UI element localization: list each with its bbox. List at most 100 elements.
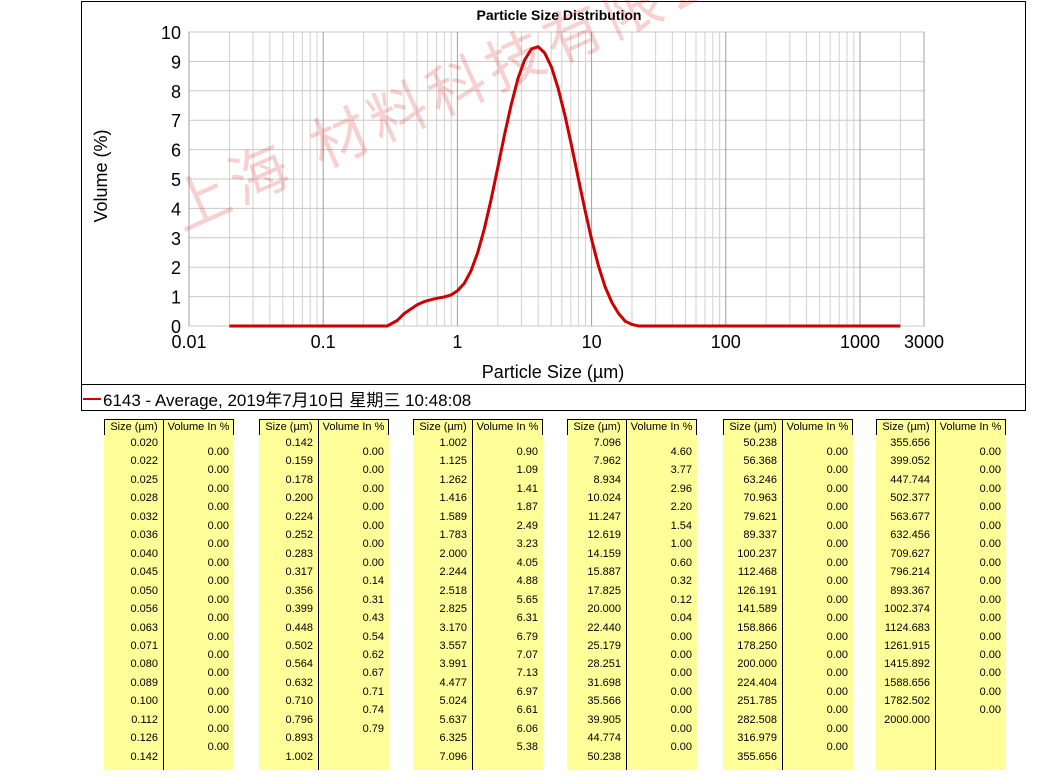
- size-cell: 1415.892: [884, 658, 930, 671]
- volume-cell: 5.65: [516, 593, 538, 606]
- volume-cell: 0.00: [207, 538, 229, 551]
- volume-cell: 0.12: [670, 593, 692, 606]
- volume-cell: 0.00: [670, 648, 692, 661]
- size-cell: 0.045: [130, 566, 158, 579]
- chart-title: Particle Size Distribution: [477, 7, 642, 23]
- size-cell: 0.071: [130, 639, 158, 652]
- x-tick-label: 100: [711, 332, 741, 352]
- volume-cell: 0.00: [979, 501, 1001, 514]
- volume-cell: 0.00: [979, 482, 1001, 495]
- size-cell: 126.191: [737, 584, 777, 597]
- size-cell: 7.962: [593, 455, 621, 468]
- volume-cell: 0.00: [826, 593, 848, 606]
- size-cell: 10.024: [587, 492, 621, 505]
- x-tick-label: 0.01: [171, 332, 206, 352]
- volume-cell: 0.00: [826, 482, 848, 495]
- volume-cell: 0.62: [362, 648, 384, 661]
- y-tick-label: 10: [161, 23, 181, 43]
- size-cell: 1.002: [439, 437, 467, 449]
- volume-cell: 0.00: [207, 519, 229, 532]
- table-header-size: Size (µm): [876, 419, 936, 436]
- volume-cell: 0.00: [670, 704, 692, 717]
- size-cell: 70.963: [743, 492, 777, 505]
- size-cell: 178.250: [737, 639, 777, 652]
- size-cell: 12.619: [587, 529, 621, 542]
- size-cell: 0.159: [285, 455, 313, 468]
- volume-cell: 0.00: [979, 612, 1001, 625]
- chart-frame: 0 1 2 3 4 5 6 7 8 9 10 0.01 0.1 1 10 100 1000 3000 Particl…: [81, 1, 1026, 411]
- size-cell: 1.002: [285, 750, 313, 763]
- x-tick-label: 1000: [840, 332, 880, 352]
- size-cell: 1588.656: [884, 676, 930, 689]
- size-cell: 0.056: [130, 603, 158, 616]
- volume-cell: 1.54: [670, 519, 692, 532]
- size-cell: 4.477: [439, 676, 467, 689]
- volume-cell: 0.00: [979, 519, 1001, 532]
- volume-cell: 0.00: [826, 722, 848, 735]
- size-cell: 2.518: [439, 584, 467, 597]
- size-cell: 6.325: [439, 732, 467, 745]
- size-cell: 282.508: [737, 713, 777, 726]
- volume-cell: 6.06: [516, 722, 538, 735]
- size-cell: 1.125: [439, 455, 467, 468]
- size-cell: 796.214: [890, 566, 930, 579]
- volume-cell: 0.00: [207, 482, 229, 495]
- volume-cell: 0.00: [826, 501, 848, 514]
- y-tick-label: 5: [171, 170, 181, 190]
- y-tick-label: 3: [171, 229, 181, 249]
- volume-cell: 2.96: [670, 482, 692, 495]
- volume-cell: 0.74: [362, 704, 384, 717]
- table-header-size: Size (µm): [259, 419, 319, 436]
- y-tick-label: 1: [171, 288, 181, 308]
- volume-cell: 0.00: [826, 685, 848, 698]
- volume-cell: 0.00: [979, 648, 1001, 661]
- volume-cell: 5.38: [516, 741, 538, 754]
- volume-cell: 0.71: [362, 685, 384, 698]
- size-cell: 0.050: [130, 584, 158, 597]
- volume-cell: 0.00: [362, 519, 384, 532]
- table-header-size: Size (µm): [723, 419, 783, 436]
- size-cell: 20.000: [587, 603, 621, 616]
- table-header-volume: Volume In %: [472, 419, 543, 436]
- size-cell: 25.179: [587, 639, 621, 652]
- volume-cell: 4.88: [516, 575, 538, 588]
- size-cell: 0.100: [130, 695, 158, 708]
- x-tick-label: 0.1: [311, 332, 336, 352]
- size-cell: 7.096: [593, 437, 621, 449]
- volume-cell: 0.00: [979, 685, 1001, 698]
- size-cell: 0.126: [130, 732, 158, 745]
- volume-cell: 0.00: [207, 704, 229, 717]
- size-cell: 0.040: [130, 547, 158, 560]
- volume-cell: 0.00: [826, 704, 848, 717]
- size-cell: 0.036: [130, 529, 158, 542]
- y-tick-label: 6: [171, 141, 181, 161]
- size-cell: 1124.683: [884, 621, 930, 634]
- volume-cell: 0.00: [670, 741, 692, 754]
- size-cell: 0.142: [130, 750, 158, 763]
- table-header-size: Size (µm): [567, 419, 627, 436]
- table-header-size: Size (µm): [413, 419, 473, 436]
- size-cell: 0.252: [285, 529, 313, 542]
- volume-cell: 0.00: [207, 501, 229, 514]
- size-cell: 100.237: [737, 547, 777, 560]
- size-cell: 224.404: [737, 676, 777, 689]
- volume-cell: 0.00: [826, 575, 848, 588]
- size-cell: 0.502: [285, 639, 313, 652]
- volume-cell: 0.79: [362, 722, 384, 735]
- volume-cell: 0.00: [670, 630, 692, 643]
- volume-cell: 0.00: [826, 446, 848, 458]
- volume-cell: 0.00: [979, 667, 1001, 680]
- size-cell: 112.468: [738, 566, 777, 579]
- volume-cell: 0.60: [670, 556, 692, 569]
- size-cell: 0.356: [285, 584, 313, 597]
- size-cell: 141.589: [737, 603, 777, 616]
- y-tick-label: 4: [171, 199, 181, 219]
- size-cell: 1.783: [439, 529, 467, 542]
- size-cell: 200.000: [737, 658, 777, 671]
- size-cell: 35.566: [587, 695, 621, 708]
- legend-label: 6143 - Average, 2019年7月10日 星期三 10:48:08: [103, 391, 472, 410]
- particle-size-chart: 0123456789100.01 0.1 1 10 100 1000 3000Particl…: [91, 7, 944, 382]
- y-tick-label: 2: [171, 258, 181, 278]
- volume-cell: 3.23: [516, 538, 538, 551]
- volume-cell: 0.00: [826, 648, 848, 661]
